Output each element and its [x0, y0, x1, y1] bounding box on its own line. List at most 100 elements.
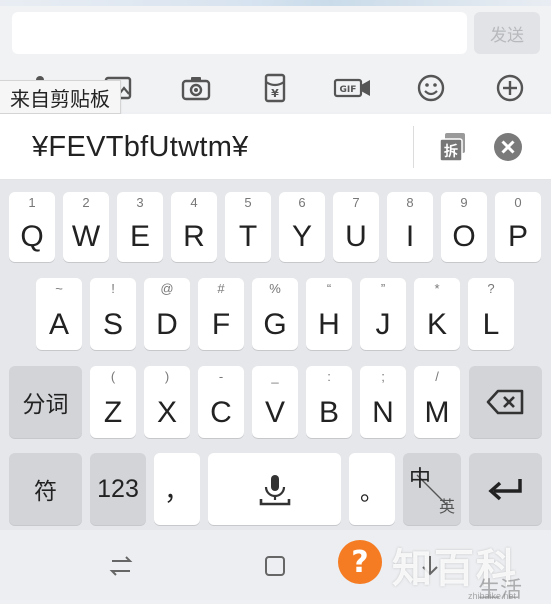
key-p[interactable]: 0P [495, 192, 541, 262]
key-u[interactable]: 7U [333, 192, 379, 262]
key-w[interactable]: 2W [63, 192, 109, 262]
key-hint: 7 [352, 195, 360, 210]
key-hint: @ [160, 281, 174, 296]
symbol-key[interactable]: 符 [9, 453, 82, 525]
key-hint: _ [271, 369, 279, 384]
key-i[interactable]: 8I [387, 192, 433, 262]
symbol-key-label: 符 [34, 479, 57, 505]
key-x[interactable]: ) X [144, 366, 190, 438]
key-label: X [156, 396, 177, 429]
home-icon[interactable] [261, 552, 289, 580]
key-c[interactable]: -C [198, 366, 244, 438]
key-hint: 9 [460, 195, 468, 210]
plus-icon[interactable] [490, 68, 530, 108]
key-v[interactable]: _ V [252, 366, 298, 438]
key-label: Q [20, 220, 44, 253]
key-label: A [48, 308, 69, 341]
key-hint: 6 [298, 195, 306, 210]
key-hint: / [435, 369, 439, 384]
comma-key-label: ， [163, 476, 190, 507]
key-label: B [318, 396, 339, 429]
key-label: Z [103, 396, 123, 429]
key-j[interactable]: ” J [360, 278, 406, 350]
period-key-label: 。 [360, 477, 384, 506]
close-clipboard-button[interactable] [493, 132, 523, 162]
space-voice-key[interactable] [208, 453, 341, 525]
key-label: P [507, 220, 528, 253]
key-r[interactable]: 4R [171, 192, 217, 262]
split-button[interactable]: 拆 [437, 131, 469, 163]
key-label: M [424, 396, 450, 429]
key-hint: 4 [190, 195, 198, 210]
key-q[interactable]: 1Q [9, 192, 55, 262]
key-a[interactable]: ~ A [36, 278, 82, 350]
gif-label: GIF [340, 85, 357, 95]
key-hint: ? [487, 281, 495, 296]
key-hint: 1 [28, 195, 36, 210]
comma-key[interactable]: ， [154, 453, 200, 525]
language-sub-label: 英 [438, 497, 455, 516]
key-hint: - [218, 369, 224, 384]
enter-key[interactable] [469, 453, 542, 525]
key-m[interactable]: / M [414, 366, 460, 438]
recents-icon[interactable] [107, 552, 135, 580]
key-z[interactable]: (Z [90, 366, 136, 438]
period-key[interactable]: 。 [349, 453, 395, 525]
key-label: Y [291, 220, 312, 253]
message-bar: 发送 [0, 6, 551, 62]
key-hint: ~ [55, 281, 63, 296]
key-hint: 5 [244, 195, 252, 210]
segment-key-label: 分词 [22, 392, 69, 418]
key-g[interactable]: % G [252, 278, 298, 350]
key-k[interactable]: * K [414, 278, 460, 350]
key-d[interactable]: @ D [144, 278, 190, 350]
split-icon: 拆 [439, 133, 465, 162]
key-hint: ( [110, 369, 116, 384]
message-input[interactable] [12, 12, 467, 54]
red-packet-icon[interactable]: ¥ [255, 68, 295, 108]
key-label: T [238, 220, 258, 253]
key-label: V [264, 396, 285, 429]
backspace-key[interactable] [469, 366, 542, 438]
key-hint: “ [326, 281, 332, 296]
clipboard-label: 来自剪贴板 [0, 80, 121, 114]
key-hint: 8 [406, 195, 414, 210]
key-f[interactable]: # F [198, 278, 244, 350]
key-label: O [452, 220, 476, 253]
key-b[interactable]: :B [306, 366, 352, 438]
gif-icon[interactable]: GIF [333, 68, 373, 108]
key-hint: : [327, 369, 331, 384]
language-main-label: 中 [409, 467, 432, 492]
number-key[interactable]: 123 [90, 453, 146, 525]
key-label: F [211, 308, 231, 341]
key-o[interactable]: 9O [441, 192, 487, 262]
keyboard: 1Q2W3E4R5T6Y7U8I9O0P ~ A! S @ D # F% G “H” J * K? L … [0, 180, 551, 530]
send-button[interactable]: 发送 [474, 12, 540, 54]
key-h[interactable]: “H [306, 278, 352, 350]
key-hint: ! [111, 281, 115, 296]
key-label: N [372, 396, 394, 429]
camera-icon[interactable] [176, 68, 216, 108]
key-label: C [210, 396, 232, 429]
number-key-label: 123 [97, 474, 139, 503]
key-label: G [263, 308, 287, 341]
watermark-logo: ? [338, 540, 382, 584]
enter-icon [469, 453, 542, 525]
segment-key[interactable]: 分词 [9, 366, 82, 438]
key-hint: % [269, 281, 281, 296]
key-hint: ) [164, 369, 170, 384]
split-label: 拆 [444, 143, 458, 160]
language-switch-key[interactable]: 中 英 [403, 453, 461, 525]
key-e[interactable]: 3E [117, 192, 163, 262]
key-label: H [318, 308, 340, 341]
emoji-icon[interactable] [411, 68, 451, 108]
key-label: J [375, 308, 391, 341]
key-y[interactable]: 6Y [279, 192, 325, 262]
key-s[interactable]: ! S [90, 278, 136, 350]
key-n[interactable]: ; N [360, 366, 406, 438]
key-l[interactable]: ? L [468, 278, 514, 350]
key-t[interactable]: 5T [225, 192, 271, 262]
key-hint: 2 [82, 195, 90, 210]
clipboard-text[interactable]: ¥FEVTbfUtwtm¥ [32, 114, 249, 180]
key-hint: # [217, 281, 225, 296]
